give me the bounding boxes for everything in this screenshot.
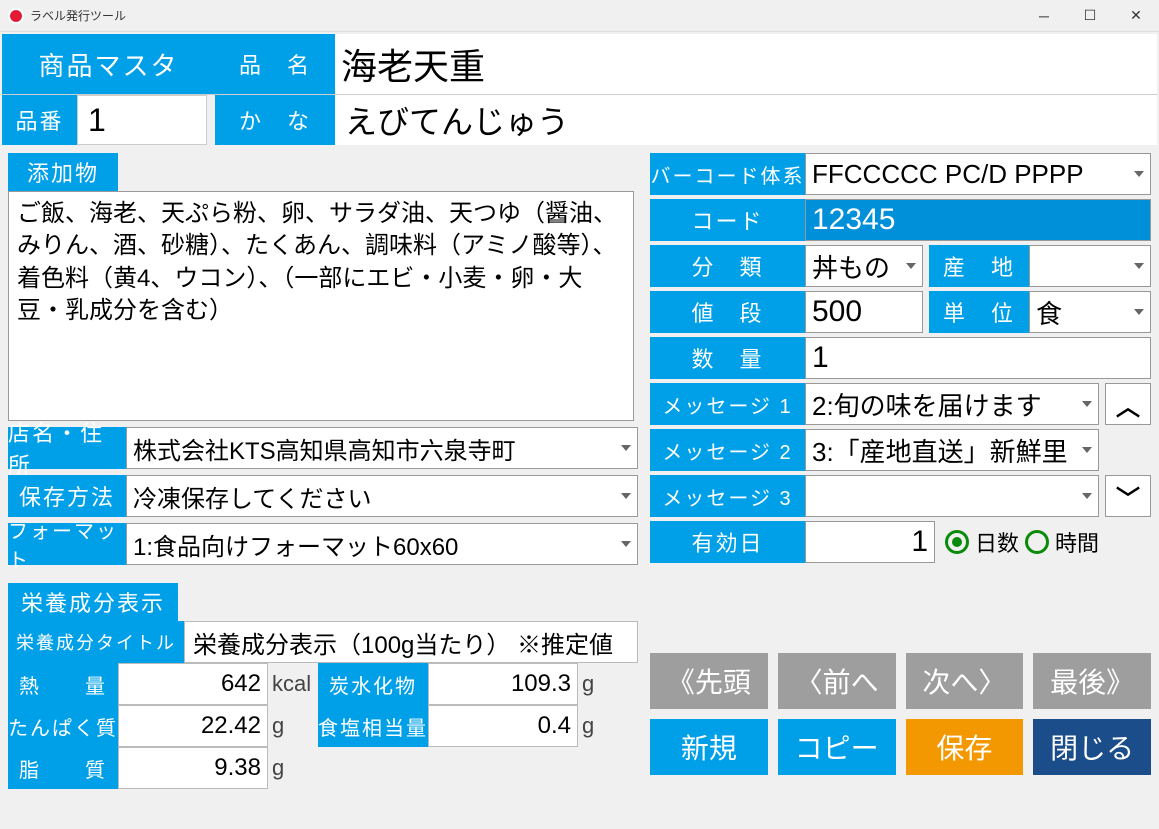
- label-product-number: 品番: [2, 95, 77, 145]
- label-origin: 産 地: [929, 245, 1029, 287]
- store-value: 株式会社KTS高知県高知市六泉寺町: [133, 431, 516, 466]
- label-message1: メッセージ 1: [650, 383, 805, 425]
- label-valid-days: 有効日: [650, 521, 805, 563]
- category-select[interactable]: 丼もの: [805, 245, 923, 287]
- label-additives: 添加物: [8, 153, 118, 191]
- category-value: 丼もの: [812, 248, 890, 285]
- radio-hours[interactable]: [1025, 530, 1049, 554]
- unit-select[interactable]: 食: [1029, 291, 1151, 333]
- label-carb: 炭水化物: [318, 663, 428, 705]
- label-message2: メッセージ 2: [650, 429, 805, 471]
- energy-field[interactable]: 642: [118, 663, 268, 705]
- energy-unit: kcal: [268, 663, 318, 705]
- chevron-up-icon: ︿: [1116, 387, 1140, 422]
- label-nutrition-header: 栄養成分表示: [8, 583, 178, 621]
- message2-value: 3:「産地直送」新鮮里: [812, 432, 1068, 469]
- chevron-down-icon: [1134, 263, 1144, 269]
- label-message3: メッセージ 3: [650, 475, 805, 517]
- barcode-system-select[interactable]: FFCCCCC PC/D PPPP: [805, 153, 1151, 195]
- window-title: ラベル発行ツール: [30, 7, 1021, 24]
- chevron-down-icon: [1082, 493, 1092, 499]
- price-field[interactable]: 500: [805, 291, 923, 333]
- close-window-button[interactable]: ✕: [1113, 0, 1159, 32]
- first-button[interactable]: 《先頭: [650, 653, 768, 709]
- label-hours-option: 時間: [1055, 526, 1099, 558]
- origin-select[interactable]: [1029, 245, 1151, 287]
- format-select[interactable]: 1:食品向けフォーマット60x60: [126, 523, 638, 565]
- carb-unit: g: [578, 663, 608, 705]
- next-button[interactable]: 次へ〉: [906, 653, 1024, 709]
- tab-product-master[interactable]: 商品マスタ: [2, 34, 215, 94]
- chevron-down-icon: [1082, 447, 1092, 453]
- label-salt: 食塩相当量: [318, 705, 428, 747]
- chevron-down-icon: [1082, 401, 1092, 407]
- message-down-button[interactable]: ﹀: [1105, 475, 1151, 517]
- last-button[interactable]: 最後》: [1033, 653, 1151, 709]
- carb-field[interactable]: 109.3: [428, 663, 578, 705]
- storage-value: 冷凍保存してください: [133, 479, 372, 514]
- chevron-down-icon: ﹀: [1116, 479, 1140, 514]
- salt-field[interactable]: 0.4: [428, 705, 578, 747]
- app-icon: [8, 8, 24, 24]
- fat-field[interactable]: 9.38: [118, 747, 268, 789]
- additives-textarea[interactable]: ご飯、海老、天ぷら粉、卵、サラダ油、天つゆ（醤油、みりん、酒、砂糖）、たくあん、…: [8, 191, 634, 421]
- barcode-system-value: FFCCCCC PC/D PPPP: [812, 159, 1084, 190]
- label-code: コード: [650, 199, 805, 241]
- new-button[interactable]: 新規: [650, 719, 768, 775]
- message2-select[interactable]: 3:「産地直送」新鮮里: [805, 429, 1099, 471]
- store-select[interactable]: 株式会社KTS高知県高知市六泉寺町: [126, 427, 638, 469]
- protein-unit: g: [268, 705, 318, 747]
- message1-select[interactable]: 2:旬の味を届けます: [805, 383, 1099, 425]
- label-protein: たんぱく質: [8, 705, 118, 747]
- chevron-down-icon: [621, 541, 631, 547]
- label-unit: 単 位: [929, 291, 1029, 333]
- prev-button[interactable]: 〈前へ: [778, 653, 896, 709]
- label-nutrition-title: 栄養成分タイトル: [8, 621, 184, 663]
- chevron-down-icon: [1134, 309, 1144, 315]
- message3-select[interactable]: [805, 475, 1099, 517]
- message-up-button[interactable]: ︿: [1105, 383, 1151, 425]
- label-kana: か な: [215, 95, 335, 145]
- product-number-field[interactable]: 1: [77, 95, 207, 145]
- chevron-down-icon: [621, 493, 631, 499]
- protein-field[interactable]: 22.42: [118, 705, 268, 747]
- fat-unit: g: [268, 747, 318, 789]
- chevron-down-icon: [906, 263, 916, 269]
- code-field[interactable]: 12345: [805, 199, 1151, 241]
- storage-select[interactable]: 冷凍保存してください: [126, 475, 638, 517]
- titlebar: ラベル発行ツール ─ ☐ ✕: [0, 0, 1159, 32]
- close-button[interactable]: 閉じる: [1033, 719, 1151, 775]
- chevron-down-icon: [621, 445, 631, 451]
- valid-days-field[interactable]: 1: [805, 521, 935, 563]
- product-name-field[interactable]: 海老天重: [335, 34, 1157, 94]
- radio-days[interactable]: [945, 530, 969, 554]
- nutrition-title-field[interactable]: 栄養成分表示（100g当たり） ※推定値: [184, 621, 638, 663]
- salt-unit: g: [578, 705, 608, 747]
- label-format: フォーマット: [8, 523, 126, 565]
- chevron-down-icon: [1134, 171, 1144, 177]
- label-fat: 脂 質: [8, 747, 118, 789]
- copy-button[interactable]: コピー: [778, 719, 896, 775]
- message1-value: 2:旬の味を届けます: [812, 386, 1042, 423]
- kana-field[interactable]: えびてんじゅう: [335, 95, 1157, 145]
- label-storage: 保存方法: [8, 475, 126, 517]
- label-price: 値 段: [650, 291, 805, 333]
- label-store: 店名・住所: [8, 427, 126, 469]
- format-value: 1:食品向けフォーマット60x60: [133, 527, 458, 562]
- quantity-field[interactable]: 1: [805, 337, 1151, 379]
- label-quantity: 数 量: [650, 337, 805, 379]
- label-barcode-system: バーコード体系: [650, 153, 805, 195]
- minimize-button[interactable]: ─: [1021, 0, 1067, 32]
- label-product-name: 品 名: [215, 34, 335, 94]
- label-category: 分 類: [650, 245, 805, 287]
- unit-value: 食: [1036, 294, 1062, 331]
- save-button[interactable]: 保存: [906, 719, 1024, 775]
- label-days-option: 日数: [975, 526, 1019, 558]
- maximize-button[interactable]: ☐: [1067, 0, 1113, 32]
- label-energy: 熱 量: [8, 663, 118, 705]
